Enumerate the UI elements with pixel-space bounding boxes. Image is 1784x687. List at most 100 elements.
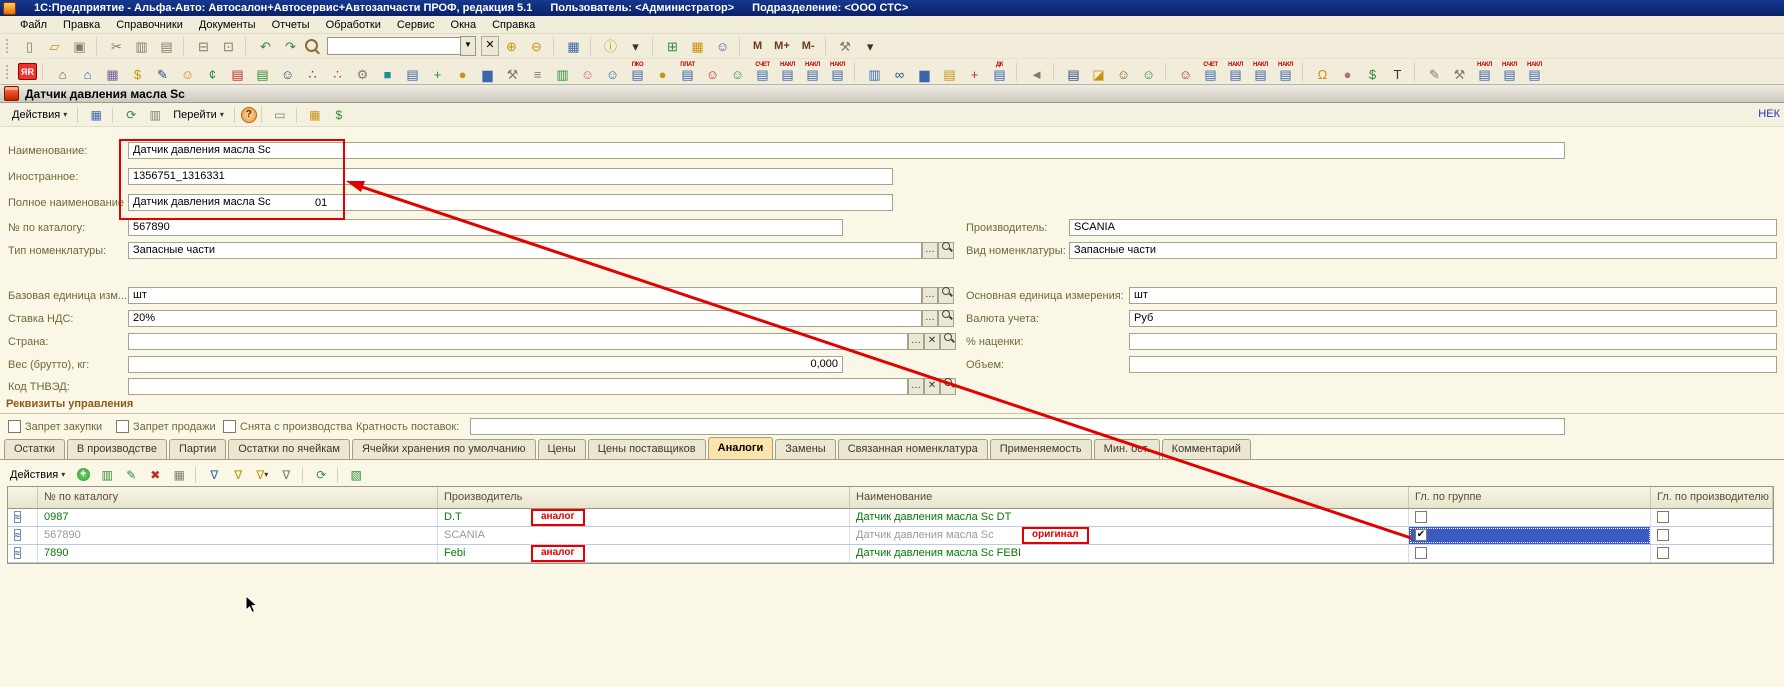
nomenclature-type-open-button[interactable] [938,242,954,259]
people-icon[interactable]: ☺ [576,61,599,83]
goods-cubes-icon[interactable]: ▦ [101,61,124,83]
manufacturer-cell[interactable]: SCANIA [438,527,850,544]
user-permissions-button[interactable]: ☺ [711,35,734,57]
window-settings-icon[interactable]: ▭ [269,105,291,125]
schet2-icon[interactable]: СЧЕТ▤ [1199,61,1222,83]
service-dropdown[interactable]: ▾ [859,35,882,57]
report-doc-icon[interactable]: ▤ [401,61,424,83]
books-icon[interactable]: ▥ [551,61,574,83]
nomenclature-type-field[interactable]: Запасные части [128,242,922,259]
structure-icon[interactable]: ▦ [304,105,326,125]
catalog-cell[interactable]: 0987 [38,509,438,526]
binoculars-icon[interactable]: ∞ [888,61,911,83]
money-green-icon[interactable]: $ [1361,61,1384,83]
pump-icon[interactable]: T [1386,61,1409,83]
filter-menu-button[interactable]: ∇▾ [251,465,273,485]
group-main-checkbox[interactable] [1415,511,1427,523]
new-document-button[interactable]: ▯ [18,35,41,57]
green-user-icon[interactable]: ☺ [1137,61,1160,83]
service-settings-button[interactable]: ⚒ [834,35,857,57]
money-bag-icon[interactable]: $ [126,61,149,83]
nakl5-icon[interactable]: НАКЛ▤ [1473,61,1496,83]
grid-header-manufacturer-main[interactable]: Гл. по производителю [1651,487,1773,508]
manufacturer-main-cell[interactable] [1651,545,1773,562]
main-unit-field[interactable]: шт [1129,287,1777,304]
beads-icon[interactable]: ∴ [326,61,349,83]
base-unit-field[interactable]: шт [128,287,922,304]
warehouse-icon[interactable]: ⌂ [76,61,99,83]
tab-ostatki[interactable]: Остатки [4,439,65,459]
vat-rate-field[interactable]: 20% [128,310,922,327]
app-toolbar-button[interactable] [1053,62,1057,82]
print-preview-button[interactable]: ⊡ [217,35,240,57]
menu-item[interactable]: Сервис [389,18,443,32]
company-icon[interactable]: ⌂ [51,61,74,83]
filter-by-value-button[interactable]: ∇ [227,465,249,485]
toolbar-button[interactable] [590,36,594,56]
couple-icon[interactable]: ☺ [1112,61,1135,83]
nakl6-icon[interactable]: НАКЛ▤ [1498,61,1521,83]
catalog-no-field[interactable]: 567890 [128,219,843,236]
coins-icon[interactable]: ● [651,61,674,83]
vat-rate-select-button[interactable]: … [922,310,938,327]
tab-kommentarii[interactable]: Комментарий [1162,439,1251,459]
search-icon[interactable] [305,39,318,52]
grid-header-icon-column[interactable] [8,487,38,508]
price-pencil-icon[interactable]: ✎ [151,61,174,83]
terminal-icon[interactable]: ■ [376,61,399,83]
parts-icon[interactable]: ● [1336,61,1359,83]
toolbar-button[interactable] [183,36,187,56]
base-unit-open-button[interactable] [938,287,954,304]
export-button[interactable]: ▧ [345,465,367,485]
person-in-icon[interactable]: ☺ [726,61,749,83]
table-row[interactable]: ≈ 7890 Febiаналог Датчик давления масла … [8,545,1773,563]
checkbox-zapret-zakupki[interactable] [8,420,21,433]
manufacturer-main-checkbox[interactable] [1657,529,1669,541]
currency-field[interactable]: Руб [1129,310,1777,327]
memory-add-button[interactable]: M+ [769,35,795,57]
nomenclature-kind-field[interactable]: Запасные части [1069,242,1777,259]
staff-group-icon[interactable]: ∴ [301,61,324,83]
toolbar-button[interactable] [825,36,829,56]
tab-v-proizvodstve[interactable]: В производстве [67,439,167,459]
app-toolbar-button[interactable] [854,62,858,82]
app-toolbar-button[interactable] [42,62,46,82]
grid-actions-button[interactable]: Действия▾ [4,466,71,484]
nakl4-icon[interactable]: НАКЛ▤ [1274,61,1297,83]
catalog-cell[interactable]: 7890 [38,545,438,562]
currency-icon[interactable]: $ [328,105,350,125]
tnved-open-button[interactable] [940,378,956,395]
search-dropdown-icon[interactable]: ▼ [460,36,476,56]
set-result-button[interactable]: ▦ [168,465,190,485]
green-book-icon[interactable]: ▤ [251,61,274,83]
app-toolbar-button[interactable] [1016,62,1020,82]
manufacturer-main-cell[interactable] [1651,509,1773,526]
memory-subtract-button[interactable]: M- [797,35,820,57]
redo-button[interactable]: ↷ [279,35,302,57]
grid-header-catalog[interactable]: № по каталогу [38,487,438,508]
person-out-icon[interactable]: ☺ [701,61,724,83]
tab-ostatki-po-yacheikam[interactable]: Остатки по ячейкам [228,439,350,459]
toolbar-button[interactable] [96,36,100,56]
copy-structure-icon[interactable]: ▥ [144,105,166,125]
checkbox-snyata-s-proizvodstva[interactable] [223,420,236,433]
name-cell[interactable]: Датчик давления масла Scоригинал [850,527,1409,544]
tab-yacheiki-khraneniya[interactable]: Ячейки хранения по умолчанию [352,439,536,459]
base-unit-select-button[interactable]: … [922,287,938,304]
name-cell[interactable]: Датчик давления масла Sc FEBI [850,545,1409,562]
tab-partii[interactable]: Партии [169,439,226,459]
delete-row-button[interactable]: ✖ [144,465,166,485]
list-doc-icon[interactable]: ≡ [526,61,549,83]
folder-search-icon[interactable]: ◪ [1087,61,1110,83]
bell-icon[interactable]: Ω [1311,61,1334,83]
doc-export-icon[interactable]: + [963,61,986,83]
open-book-icon[interactable]: ▤ [1062,61,1085,83]
tab-tseny[interactable]: Цены [538,439,586,459]
markup-field[interactable] [1129,333,1777,350]
tnved-field[interactable] [128,378,908,395]
tab-tseny-postavshchikov[interactable]: Цены поставщиков [588,439,706,459]
nakl7-icon[interactable]: НАКЛ▤ [1523,61,1546,83]
bar-chart-icon[interactable]: ▆ [913,61,936,83]
multiplicity-field[interactable] [470,418,1565,435]
memory-store-button[interactable]: M [748,35,767,57]
